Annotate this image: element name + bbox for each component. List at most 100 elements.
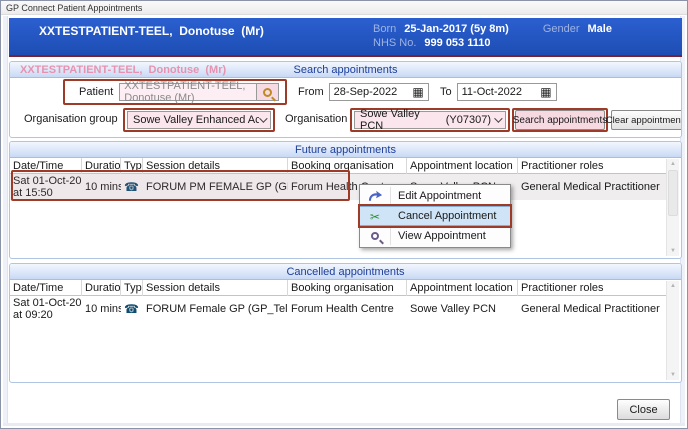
scroll-up-icon[interactable]: ▲ — [667, 281, 679, 291]
cancelled-section-title: Cancelled appointments — [286, 266, 404, 278]
cancel-icon: ✂ — [367, 210, 383, 224]
annotation-box-org-group: Sowe Valley Enhanced Access Hub — [123, 108, 275, 132]
edit-icon — [367, 189, 383, 203]
patient-search-button[interactable] — [257, 83, 279, 101]
scroll-up-icon[interactable]: ▲ — [667, 159, 679, 169]
gender-label: Gender — [543, 23, 580, 35]
menu-item-label: View Appointment — [398, 230, 486, 242]
col-duration[interactable]: Duration — [82, 158, 121, 174]
menu-item-edit-appointment[interactable]: Edit Appointment — [360, 186, 510, 206]
cell-practitioner-roles: General Medical Practitioner — [518, 303, 667, 315]
cancelled-section-header: Cancelled appointments — [10, 264, 681, 280]
to-field-group: To 11-Oct-2022 ▦ — [440, 83, 557, 101]
cell-date-time: Sat 01-Oct-2022 at 09:20 — [10, 297, 82, 321]
search-appointments-panel: XXTESTPATIENT-TEEL, Donotuse (Mr) Search… — [9, 61, 682, 138]
cancelled-appointments-panel: Cancelled appointments Date/Time Duratio… — [9, 263, 682, 383]
annotation-box-patient: Patient XXTESTPATIENT-TEEL, Donotuse (Mr… — [63, 79, 287, 105]
calendar-icon[interactable]: ▦ — [412, 86, 423, 98]
telephone-icon: ☎ — [121, 302, 143, 316]
menu-item-label: Edit Appointment — [398, 190, 481, 202]
menu-item-label: Cancel Appointment — [398, 210, 496, 222]
col-date-time[interactable]: Date/Time — [10, 280, 82, 296]
col-type[interactable]: Type — [121, 158, 143, 174]
org-label: Organisation — [285, 113, 347, 125]
chevron-down-icon — [259, 114, 267, 122]
gender-value: Male — [588, 23, 612, 35]
org-group-dropdown[interactable]: Sowe Valley Enhanced Access Hub — [127, 111, 271, 129]
cancelled-appointment-row[interactable]: Sat 01-Oct-2022 at 09:20 10 mins ☎ FORUM… — [10, 296, 667, 322]
cancelled-table-header: Date/Time Duration Type Session details … — [10, 280, 667, 296]
cell-appointment-location: Sowe Valley PCN — [407, 303, 518, 315]
col-date-time[interactable]: Date/Time — [10, 158, 82, 174]
organisation-value: Sowe Valley PCN — [360, 108, 446, 132]
menu-item-cancel-appointment[interactable]: ✂ Cancel Appointment — [360, 206, 510, 226]
scroll-down-icon[interactable]: ▼ — [667, 370, 679, 380]
col-duration[interactable]: Duration — [82, 280, 121, 296]
cell-session-details: FORUM Female GP (GP_Telephone) — [143, 303, 288, 315]
col-practitioner-roles[interactable]: Practitioner roles — [518, 158, 667, 174]
organisation-dropdown[interactable]: Sowe Valley PCN (Y07307) — [354, 111, 506, 129]
clear-appointments-button[interactable]: Clear appointments — [611, 110, 682, 130]
scroll-down-icon[interactable]: ▼ — [667, 246, 679, 256]
cell-duration: 10 mins — [82, 303, 121, 315]
to-date-value: 11-Oct-2022 — [462, 86, 522, 98]
to-date-input[interactable]: 11-Oct-2022 ▦ — [457, 83, 557, 101]
view-icon — [367, 229, 383, 243]
future-section-header: Future appointments — [10, 142, 681, 158]
close-button[interactable]: Close — [617, 399, 670, 420]
cell-duration: 10 mins — [82, 181, 121, 193]
future-section-title: Future appointments — [295, 144, 396, 156]
from-field-group: From 28-Sep-2022 ▦ — [298, 83, 429, 101]
to-label: To — [440, 86, 452, 98]
window-frame-bottom — [3, 423, 685, 426]
org-group-label: Organisation group — [24, 113, 118, 125]
future-table-scrollbar[interactable]: ▲ ▼ — [666, 159, 679, 256]
born-value: 25-Jan-2017 (5y 8m) — [404, 23, 509, 35]
annotation-box-organisation: Sowe Valley PCN (Y07307) — [350, 108, 510, 132]
nhs-value: 999 053 1110 — [424, 37, 490, 49]
col-appointment-location[interactable]: Appointment location — [407, 280, 518, 296]
calendar-icon[interactable]: ▦ — [540, 86, 551, 98]
window-title: GP Connect Patient Appointments — [6, 3, 142, 13]
org-group-value: Sowe Valley Enhanced Access Hub — [133, 114, 259, 126]
cell-session-details: FORUM PM FEMALE GP (GP_Telephone) — [143, 181, 288, 193]
chevron-down-icon — [494, 114, 502, 122]
col-booking-organisation[interactable]: Booking organisation — [288, 280, 407, 296]
clear-appointments-button-label: Clear appointments — [606, 115, 682, 126]
col-session-details[interactable]: Session details — [143, 280, 288, 296]
patient-name: XXTESTPATIENT-TEEL, Donotuse (Mr) — [39, 24, 264, 38]
ghost-artifact-text: XXTESTPATIENT-TEEL, Donotuse (Mr) — [20, 62, 226, 78]
scrollbar-thumb[interactable] — [668, 170, 678, 216]
patient-input[interactable]: XXTESTPATIENT-TEEL, Donotuse (Mr) — [119, 83, 257, 101]
annotation-box-search-button: Search appointments — [512, 108, 608, 132]
col-appointment-location[interactable]: Appointment location — [407, 158, 518, 174]
from-label: From — [298, 86, 324, 98]
cancelled-table-scrollbar[interactable]: ▲ ▼ — [666, 281, 679, 380]
cell-practitioner-roles: General Medical Practitioner — [518, 181, 667, 193]
menu-item-view-appointment[interactable]: View Appointment — [360, 226, 510, 246]
col-type[interactable]: Type — [121, 280, 143, 296]
col-session-details[interactable]: Session details — [143, 158, 288, 174]
window-frame-left — [3, 16, 8, 424]
gp-connect-dialog: GP Connect Patient Appointments XXTESTPA… — [0, 0, 688, 429]
search-appointments-button[interactable]: Search appointments — [515, 110, 605, 130]
born-label: Born — [373, 23, 396, 35]
future-appointments-panel: Future appointments Date/Time Duration T… — [9, 141, 682, 259]
search-section-header: XXTESTPATIENT-TEEL, Donotuse (Mr) Search… — [10, 62, 681, 78]
nhs-label: NHS No. — [373, 37, 416, 49]
from-date-value: 28-Sep-2022 — [334, 86, 398, 98]
cell-date-time: Sat 01-Oct-2022 at 15:50 — [10, 175, 82, 199]
col-booking-organisation[interactable]: Booking organisation — [288, 158, 407, 174]
telephone-icon: ☎ — [121, 180, 143, 194]
magnifier-icon — [263, 88, 272, 97]
future-appointment-row[interactable]: Sat 01-Oct-2022 at 15:50 10 mins ☎ FORUM… — [10, 174, 667, 200]
search-section-title: Search appointments — [294, 64, 398, 76]
col-practitioner-roles[interactable]: Practitioner roles — [518, 280, 667, 296]
window-titlebar[interactable]: GP Connect Patient Appointments — [1, 1, 687, 15]
close-button-label: Close — [629, 404, 657, 416]
from-date-input[interactable]: 28-Sep-2022 ▦ — [329, 83, 429, 101]
search-appointments-button-label: Search appointments — [513, 115, 608, 126]
cell-booking-organisation: Forum Health Centre — [288, 303, 407, 315]
patient-banner: XXTESTPATIENT-TEEL, Donotuse (Mr) Born 2… — [9, 18, 682, 57]
organisation-code: (Y07307) — [446, 114, 491, 126]
